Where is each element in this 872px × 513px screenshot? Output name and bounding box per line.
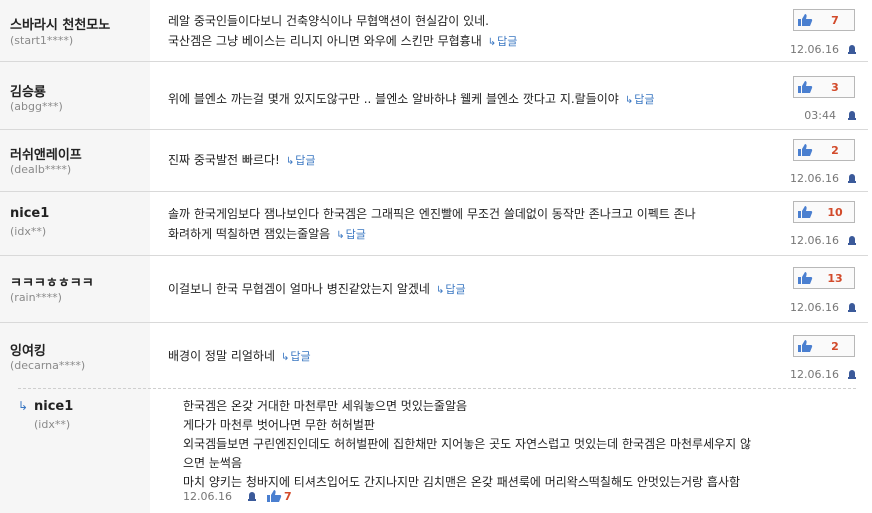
comment-date: 12.06.16 [790,234,839,247]
vote-count: 13 [827,271,843,285]
vote-count: 2 [831,339,839,353]
user-id: (dealb****) [10,163,72,176]
vote-button[interactable]: 10 [793,201,855,223]
comment-date: 12.06.16 [790,43,839,56]
vote-button[interactable]: 2 [793,335,855,357]
thumbs-up-icon [794,268,816,288]
comment-line: 솔까 한국게임보다 잼나보인다 한국겜은 그래픽은 엔진빨에 무조건 쓸데없이 … [168,207,696,221]
comment-line: 위에 블엔소 까는걸 몇개 있지도않구만 .. 블엔소 알바하냐 웰케 블엔소 … [168,92,655,106]
reply-link[interactable]: ↳답글 [488,35,518,48]
vote-button[interactable]: 13 [793,267,855,289]
reply-line: 으면 눈썩음 [183,456,243,470]
vote-count: 7 [831,13,839,27]
thumbs-up-icon[interactable] [266,489,282,503]
reply-arrow-icon: ↳ [281,352,290,363]
reply-link[interactable]: ↳답글 [286,154,316,167]
alarm-icon[interactable] [246,490,258,502]
reply-link[interactable]: ↳답글 [336,228,366,241]
reply-meta: 12.06.16 7 [183,489,292,503]
comment-date: 12.06.16 [790,368,839,381]
nickname[interactable]: 잉여킹 [10,340,46,359]
reply-arrow-icon: ↳ [487,37,497,48]
alarm-icon[interactable] [846,301,858,313]
user-id: (start1****) [10,34,74,47]
comment-line: 국산겜은 그냥 베이스는 리니지 아니면 와우에 스킨만 무협흉내 ↳답글 [168,34,518,48]
nickname[interactable]: 러쉬앤레이프 [10,144,82,163]
nickname[interactable]: 김승룡 [10,81,46,100]
user-id: (decarna****) [10,359,86,372]
reply-line: 한국겜은 온갖 거대한 마천루만 세워놓으면 멋있는줄알음 [183,399,468,413]
comment-date: 12.06.16 [790,301,839,314]
comment-line: 이걸보니 한국 무협겜이 얼마나 병진같았는지 알겠네 ↳답글 [168,282,466,296]
thumbs-up-icon [794,10,816,30]
reply-user-id: (idx**) [34,418,71,431]
comment-row: 김승룡 (abgg***) 위에 블엔소 까는걸 몇개 있지도않구만 .. 블엔… [0,62,868,130]
reply-arrow-icon: ↳ [336,230,345,241]
reply-arrow-icon: ↳ [624,95,634,106]
comment-row: 스바라시 천천모노 (start1****) 레알 중국인들이다보니 건축양식이… [0,0,868,62]
vote-button[interactable]: 3 [793,76,855,98]
reply-link[interactable]: ↳답글 [436,283,466,296]
comment-text: 배경이 정말 리얼하네 ↳답글 [168,346,758,368]
reply-comment: ↳ nice1 (idx**) 한국겜은 온갖 거대한 마천루만 세워놓으면 멋… [0,388,868,513]
comment-text: 위에 블엔소 까는걸 몇개 있지도않구만 .. 블엔소 알바하냐 웰케 블엔소 … [168,89,758,111]
reply-arrow-icon: ↳ [18,399,29,413]
reply-vote-count: 7 [283,489,292,503]
alarm-icon[interactable] [846,368,858,380]
reply-nickname[interactable]: nice1 [34,399,73,414]
alarm-icon[interactable] [846,234,858,246]
user-id: (rain****) [10,291,62,304]
comment-date: 12.06.16 [790,172,839,185]
reply-link[interactable]: ↳답글 [281,350,311,363]
comment-text: 진짜 중국발전 빠르다! ↳답글 [168,150,758,172]
reply-arrow-icon: ↳ [285,156,295,167]
thumbs-up-icon [794,336,816,356]
vote-count: 10 [827,205,843,219]
comment-user-column [0,192,150,256]
comment-line: 진짜 중국발전 빠르다! ↳답글 [168,153,316,167]
vote-button[interactable]: 2 [793,139,855,161]
comment-text: 솔까 한국게임보다 잼나보인다 한국겜은 그래픽은 엔진빨에 무조건 쓸데없이 … [168,204,758,246]
vote-count: 3 [831,80,839,94]
comment-text: 레알 중국인들이다보니 건축양식이나 무협액션이 현실감이 있네. 국산겜은 그… [168,11,758,53]
reply-line: 외국겜들보면 구린엔진인데도 허허벌판에 집한채만 지어놓은 곳도 자연스럽고 … [183,437,752,451]
alarm-icon[interactable] [846,109,858,121]
reply-date: 12.06.16 [183,489,232,503]
reply-link[interactable]: ↳답글 [625,93,655,106]
comment-date: 03:44 [804,109,836,122]
alarm-icon[interactable] [846,43,858,55]
nickname[interactable]: nice1 [10,206,49,221]
reply-text: 한국겜은 온갖 거대한 마천루만 세워놓으면 멋있는줄알음 게다가 마천루 벗어… [183,397,813,492]
user-id: (abgg***) [10,100,63,113]
user-id: (idx**) [10,225,47,238]
reply-line: 게다가 마천루 벗어나면 무한 허허벌판 [183,418,375,432]
comment-line: 배경이 정말 리얼하네 ↳답글 [168,349,311,363]
comment-text: 이걸보니 한국 무협겜이 얼마나 병진같았는지 알겠네 ↳답글 [168,279,758,301]
thumbs-up-icon [794,140,816,160]
thumbs-up-icon [794,77,816,97]
alarm-icon[interactable] [846,172,858,184]
comment-row: ㅋㅋㅋㅎㅎㅋㅋ (rain****) 이걸보니 한국 무협겜이 얼마나 병진같았… [0,256,868,323]
nickname[interactable]: ㅋㅋㅋㅎㅎㅋㅋ [10,272,94,291]
reply-arrow-icon: ↳ [435,285,445,296]
vote-button[interactable]: 7 [793,9,855,31]
comment-line: 레알 중국인들이다보니 건축양식이나 무협액션이 현실감이 있네. [168,14,489,28]
nickname[interactable]: 스바라시 천천모노 [10,14,110,33]
thumbs-up-icon [794,202,816,222]
comment-row: nice1 (idx**) 솔까 한국게임보다 잼나보인다 한국겜은 그래픽은 … [0,192,868,256]
comment-row: 잉여킹 (decarna****) 배경이 정말 리얼하네 ↳답글 2 12.06… [0,323,868,388]
reply-divider [18,388,856,389]
vote-count: 2 [831,143,839,157]
comment-line: 화려하게 떡칠하면 잼있는줄알음 ↳답글 [168,227,366,241]
comment-row: 러쉬앤레이프 (dealb****) 진짜 중국발전 빠르다! ↳답글 2 12.… [0,130,868,192]
